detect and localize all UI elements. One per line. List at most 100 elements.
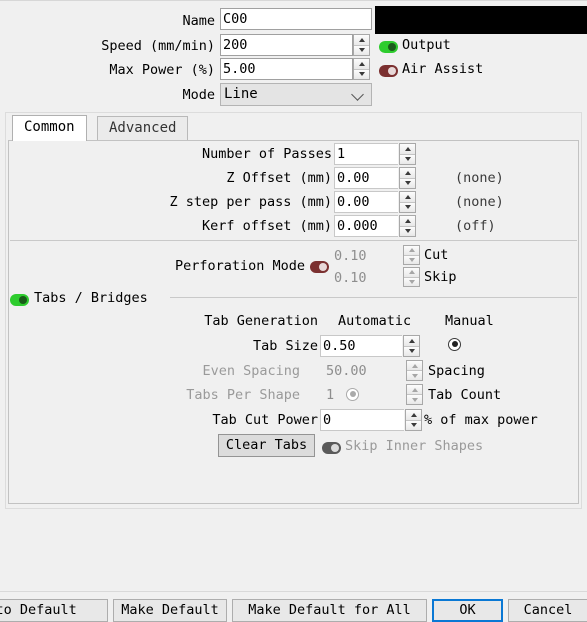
tab-cut-power-label: Tab Cut Power	[212, 412, 318, 428]
chevron-down-icon	[351, 87, 364, 101]
skip-inner-toggle-wrap[interactable]	[322, 440, 341, 456]
tabs-bridges-group-rule	[170, 297, 577, 298]
number-of-passes-label: Number of Passes	[201, 146, 332, 162]
speed-spinner-down[interactable]	[354, 44, 369, 55]
tab-generation-label: Tab Generation	[204, 313, 318, 329]
perforation-skip-value[interactable]: 0.10	[332, 268, 402, 288]
z-step-per-pass-spinner[interactable]	[399, 191, 416, 213]
kerf-offset-spinner-up[interactable]	[400, 216, 415, 226]
tabs-per-shape-value[interactable]: 1	[324, 385, 406, 405]
number-of-passes-input[interactable]	[334, 143, 398, 165]
output-toggle-wrap[interactable]	[379, 39, 398, 55]
perforation-mode-toggle[interactable]	[310, 261, 329, 273]
perforation-skip-spinner[interactable]	[403, 267, 420, 287]
footer-divider	[0, 591, 587, 592]
perforation-mode-toggle-knob	[319, 263, 327, 271]
tabs-bridges-toggle[interactable]	[10, 294, 29, 306]
clear-tabs-button[interactable]: Clear Tabs	[218, 434, 315, 457]
even-spacing-value[interactable]: 50.00	[324, 361, 406, 381]
top-divider	[0, 0, 587, 1]
z-step-per-pass-label: Z step per pass (mm)	[169, 194, 332, 210]
even-spacing-spinner-up[interactable]	[407, 361, 422, 370]
tab-cut-power-spinner-down[interactable]	[406, 419, 421, 430]
tabs-per-shape-suffix: Tab Count	[428, 387, 502, 403]
skip-inner-shapes-label: Skip Inner Shapes	[345, 438, 484, 454]
perforation-skip-spinner-up[interactable]	[404, 268, 419, 277]
skip-inner-shapes-toggle[interactable]	[322, 442, 341, 454]
kerf-offset-input[interactable]	[334, 215, 398, 237]
tab-size-label: Tab Size	[252, 338, 318, 354]
perforation-skip-suffix: Skip	[424, 269, 457, 285]
tabs-per-shape-label: Tabs Per Shape	[186, 387, 300, 403]
tab-cut-power-input[interactable]	[320, 409, 404, 431]
z-step-per-pass-suffix: (none)	[455, 194, 504, 210]
tab-advanced[interactable]: Advanced	[97, 116, 189, 140]
tab-common[interactable]: Common	[12, 115, 87, 141]
max-power-label: Max Power (%)	[109, 62, 215, 78]
max-power-input[interactable]	[220, 58, 353, 80]
max-power-spinner-down[interactable]	[354, 68, 369, 79]
air-assist-label: Air Assist	[402, 61, 484, 77]
tab-advanced-label: Advanced	[109, 120, 177, 136]
max-power-spinner-up[interactable]	[354, 59, 369, 69]
tab-size-spinner-up[interactable]	[404, 336, 419, 346]
tab-size-spinner[interactable]	[403, 335, 420, 357]
output-toggle-knob	[388, 43, 396, 51]
speed-spinner-up[interactable]	[354, 35, 369, 45]
tab-cut-power-spinner-up[interactable]	[406, 410, 421, 420]
z-offset-input[interactable]	[334, 167, 398, 189]
output-label: Output	[402, 37, 451, 53]
perforation-cut-spinner-down[interactable]	[404, 254, 419, 264]
tab-generation-manual-radio[interactable]	[448, 337, 462, 351]
mode-select-value: Line	[224, 86, 258, 102]
tabs-bridges-toggle-knob	[19, 296, 27, 304]
tabs-per-shape-spinner-up[interactable]	[407, 385, 422, 394]
air-assist-toggle-knob	[388, 67, 396, 75]
perforation-cut-value[interactable]: 0.10	[332, 246, 402, 266]
z-offset-spinner-up[interactable]	[400, 168, 415, 178]
air-assist-toggle-wrap[interactable]	[379, 63, 398, 79]
z-offset-spinner[interactable]	[399, 167, 416, 189]
mode-label: Mode	[182, 87, 215, 103]
max-power-spinner[interactable]	[353, 58, 370, 80]
tab-generation-automatic-label[interactable]: Automatic	[338, 311, 448, 331]
perforation-skip-spinner-down[interactable]	[404, 276, 419, 286]
skip-inner-shapes-toggle-knob	[331, 444, 339, 452]
z-step-per-pass-spinner-down[interactable]	[400, 201, 415, 212]
z-offset-spinner-down[interactable]	[400, 177, 415, 188]
number-of-passes-spinner-up[interactable]	[400, 144, 415, 154]
perforation-divider	[10, 240, 577, 241]
number-of-passes-spinner[interactable]	[399, 143, 416, 165]
even-spacing-spinner-down[interactable]	[407, 370, 422, 380]
kerf-offset-spinner[interactable]	[399, 215, 416, 237]
tab-cut-power-suffix: % of max power	[424, 412, 538, 428]
air-assist-toggle[interactable]	[379, 65, 398, 77]
z-step-per-pass-input[interactable]	[334, 191, 398, 213]
even-spacing-label: Even Spacing	[202, 363, 300, 379]
tabs-bridges-toggle-wrap[interactable]	[10, 292, 29, 308]
output-toggle[interactable]	[379, 41, 398, 53]
name-input[interactable]	[220, 8, 372, 30]
perforation-mode-label: Perforation Mode	[174, 258, 305, 274]
z-step-per-pass-spinner-up[interactable]	[400, 192, 415, 202]
tab-bar: Common Advanced	[8, 115, 579, 141]
tab-size-spinner-down[interactable]	[404, 345, 419, 356]
perforation-cut-spinner-up[interactable]	[404, 246, 419, 255]
perforation-toggle-wrap[interactable]	[310, 259, 329, 275]
kerf-offset-spinner-down[interactable]	[400, 225, 415, 236]
name-label: Name	[182, 13, 215, 29]
perforation-cut-spinner[interactable]	[403, 245, 420, 265]
mode-select[interactable]: Line	[220, 83, 372, 106]
color-swatch[interactable]	[375, 6, 587, 34]
tab-size-input[interactable]	[320, 335, 402, 357]
perforation-cut-suffix: Cut	[424, 247, 449, 263]
tab-generation-manual-label[interactable]: Manual	[445, 311, 535, 331]
z-offset-label: Z Offset (mm)	[226, 170, 332, 186]
tabs-per-shape-spinner[interactable]	[406, 384, 423, 405]
speed-input[interactable]	[220, 34, 353, 56]
tabs-per-shape-spinner-down[interactable]	[407, 394, 422, 404]
tab-cut-power-spinner[interactable]	[405, 409, 422, 431]
even-spacing-spinner[interactable]	[406, 360, 423, 381]
number-of-passes-spinner-down[interactable]	[400, 153, 415, 164]
speed-spinner[interactable]	[353, 34, 370, 56]
